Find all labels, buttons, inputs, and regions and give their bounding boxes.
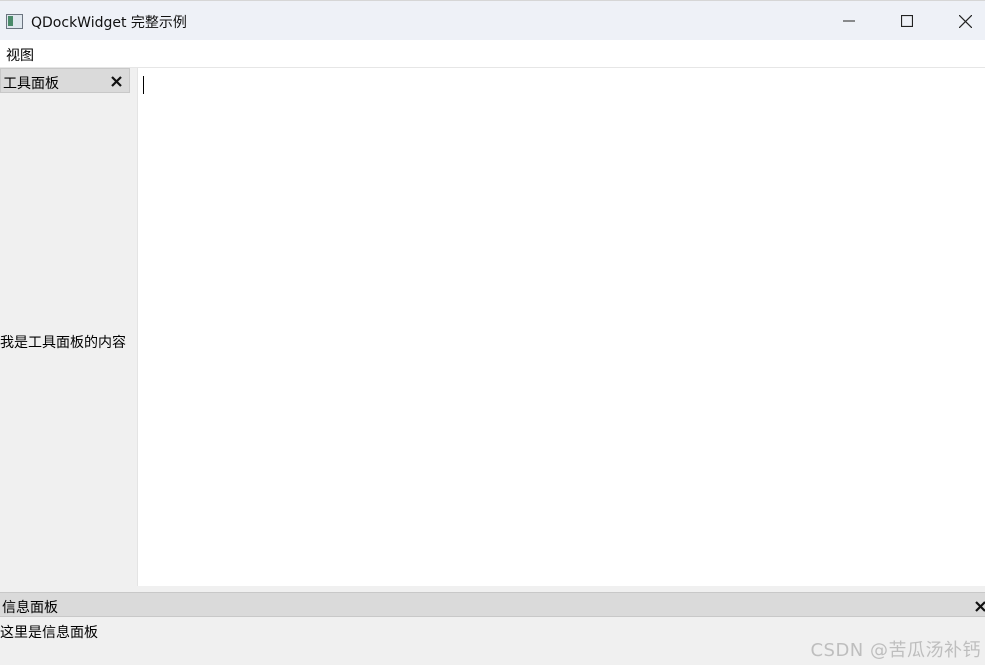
- info-panel-close-button[interactable]: [973, 599, 985, 613]
- tool-panel-title: 工具面板: [3, 76, 59, 92]
- minimize-icon: [843, 20, 855, 22]
- text-caret: [143, 76, 144, 94]
- menu-bar: 视图: [0, 40, 985, 68]
- close-icon: [958, 14, 972, 28]
- info-panel-title: 信息面板: [2, 600, 58, 616]
- close-button[interactable]: [936, 1, 985, 41]
- close-icon: [974, 600, 985, 612]
- maximize-icon: [901, 15, 913, 27]
- tool-panel-close-button[interactable]: [109, 74, 123, 88]
- info-panel-label: 这里是信息面板: [0, 625, 98, 641]
- window-title: QDockWidget 完整示例: [31, 15, 187, 31]
- central-text-editor[interactable]: [137, 68, 985, 586]
- minimize-button[interactable]: [820, 1, 878, 41]
- tool-panel-label: 我是工具面板的内容: [0, 335, 126, 351]
- maximize-button[interactable]: [878, 1, 936, 41]
- tool-panel-title-bar[interactable]: 工具面板: [0, 68, 130, 93]
- main-window: QDockWidget 完整示例 视图 工具面板 我是工具面板的内容 信息面板 …: [0, 0, 985, 665]
- tool-panel-dock: 工具面板 我是工具面板的内容: [0, 68, 137, 586]
- watermark: CSDN @苦瓜汤补钙: [810, 640, 981, 661]
- info-panel-title-bar[interactable]: 信息面板: [0, 592, 985, 617]
- menu-view[interactable]: 视图: [6, 45, 34, 65]
- qt-window-icon: [6, 14, 23, 29]
- close-icon: [110, 75, 122, 87]
- title-bar[interactable]: QDockWidget 完整示例: [0, 0, 985, 40]
